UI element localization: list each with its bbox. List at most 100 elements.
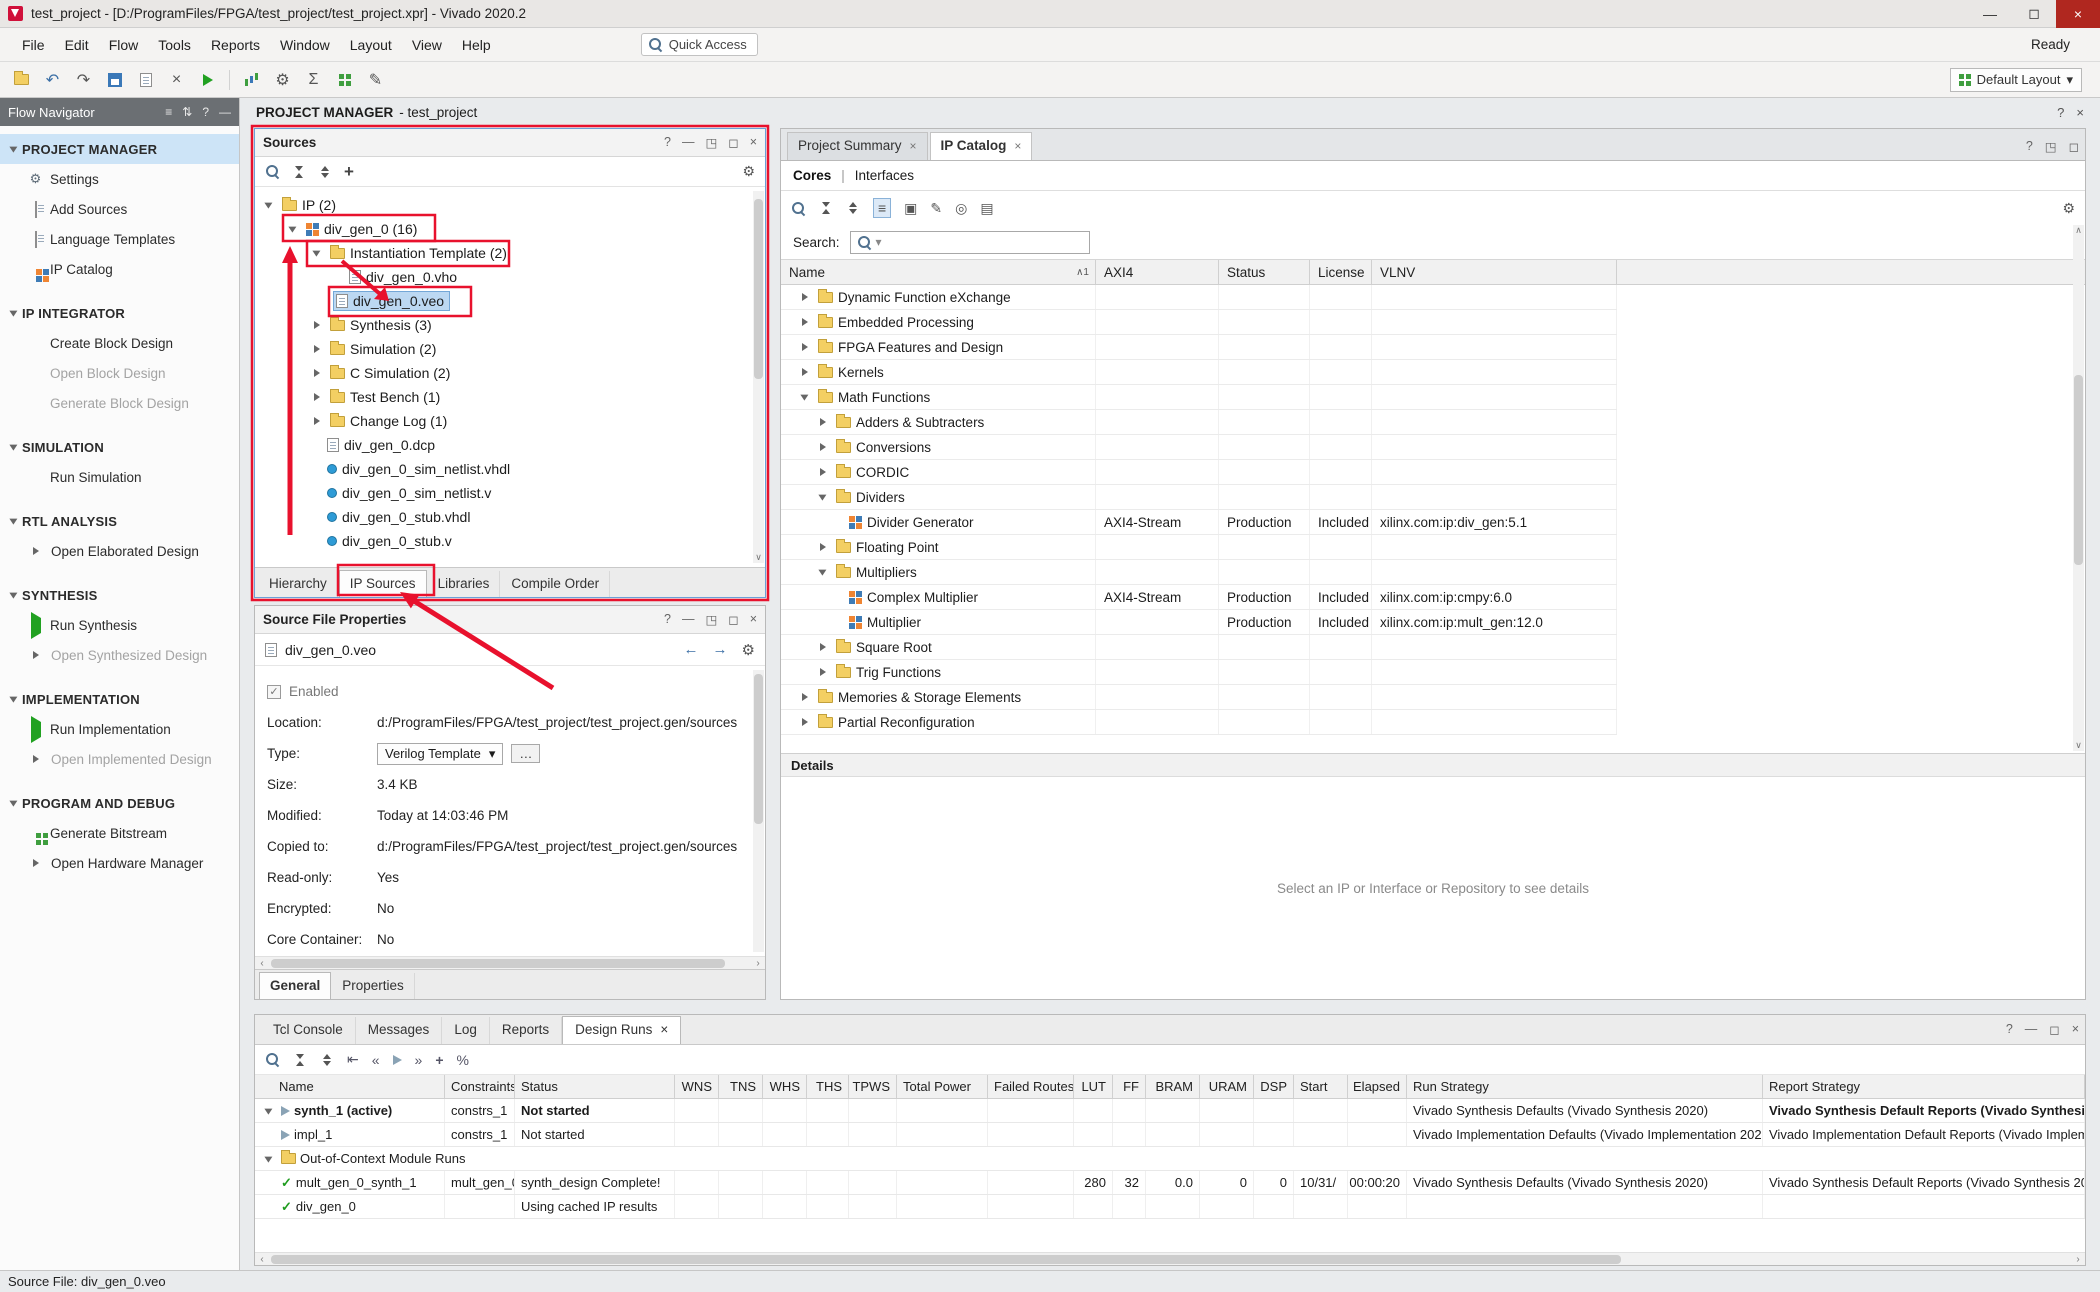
panel-maximize-icon[interactable]: ◻ [2049,1022,2059,1037]
expander-icon[interactable] [285,221,301,237]
menu-help[interactable]: Help [452,31,501,59]
sources-settings-gear-icon[interactable]: ⚙ [742,163,755,180]
sources-panel-header[interactable]: Sources ? ― ◳ ◻ × [255,129,765,157]
tree-item-change-log[interactable]: Change Log (1) [261,409,751,433]
collapse-all-icon[interactable] [819,201,833,215]
utilization-percent-icon[interactable]: % [457,1052,469,1068]
tab-compile-order[interactable]: Compile Order [501,571,610,597]
sfp-settings-gear-icon[interactable]: ⚙ [742,641,755,659]
menu-view[interactable]: View [402,31,452,59]
tab-hierarchy[interactable]: Hierarchy [259,571,338,597]
compatibility-icon[interactable]: ◎ [955,200,967,217]
design-runs-horizontal-scrollbar[interactable]: ‹ › [255,1252,2085,1265]
scrollbar-thumb[interactable] [271,959,725,968]
catalog-category-row[interactable]: Conversions [781,435,1617,460]
tree-item-ip[interactable]: IP (2) [261,193,751,217]
step-forward-icon[interactable]: » [415,1052,423,1068]
type-dropdown[interactable]: Verilog Template▾ [377,743,503,765]
expander-icon[interactable] [261,1103,277,1119]
column-license[interactable]: License [1310,260,1372,284]
scroll-down-icon[interactable]: ∨ [2073,740,2084,751]
panel-minimize-icon[interactable]: ― [2025,1022,2038,1037]
column-total-power[interactable]: Total Power [897,1075,988,1098]
column-tpws[interactable]: TPWS [849,1075,897,1098]
catalog-category-row[interactable]: Math Functions [781,385,1617,410]
flownav-menu-icon[interactable]: ≡ [165,105,172,119]
catalog-category-row[interactable]: Dynamic Function eXchange [781,285,1617,310]
close-icon[interactable]: × [910,139,917,153]
expander-icon[interactable] [815,439,831,455]
column-uram[interactable]: URAM [1200,1075,1254,1098]
tree-item-sim-netlist-vhdl[interactable]: div_gen_0_sim_netlist.vhdl [261,457,751,481]
search-icon[interactable] [265,1052,280,1067]
column-axi4[interactable]: AXI4 [1096,260,1219,284]
menu-tools[interactable]: Tools [148,31,201,59]
panel-maximize-icon[interactable]: ◻ [2069,139,2079,154]
subtab-cores[interactable]: Cores [793,168,831,183]
column-bram[interactable]: BRAM [1146,1075,1200,1098]
sfp-panel-header[interactable]: Source File Properties ? ― ◳ ◻ × [255,606,765,634]
scroll-right-icon[interactable]: › [2071,1254,2085,1265]
column-run-strategy[interactable]: Run Strategy [1407,1075,1763,1098]
dashboard-button[interactable] [331,66,358,93]
details-view-icon[interactable]: ▤ [980,200,993,217]
run-group-out-of-context[interactable]: Out-of-Context Module Runs [255,1147,2085,1171]
tab-ip-sources[interactable]: IP Sources [339,570,427,597]
scroll-right-icon[interactable]: › [751,958,765,969]
group-by-category-icon[interactable]: ≡ [873,198,891,218]
chevron-right-icon[interactable] [28,543,44,559]
run-row-synth-1[interactable]: synth_1 (active) constrs_1 Not started V… [255,1099,2085,1123]
window-minimize-button[interactable]: ― [1968,0,2012,28]
expander-icon[interactable] [797,339,813,355]
column-failed-routes[interactable]: Failed Routes [988,1075,1074,1098]
column-name[interactable]: Name∧1 [781,260,1096,284]
column-dsp[interactable]: DSP [1254,1075,1294,1098]
flownav-item-open-elaborated-design[interactable]: Open Elaborated Design [0,536,239,566]
expander-icon[interactable] [797,714,813,730]
expand-all-icon[interactable] [320,1053,334,1067]
menu-edit[interactable]: Edit [55,31,99,59]
scroll-left-icon[interactable]: ‹ [255,1254,269,1265]
column-lut[interactable]: LUT [1074,1075,1113,1098]
redo-button[interactable]: ↷ [70,66,97,93]
customize-ip-icon[interactable]: ✎ [930,200,942,217]
sfp-vertical-scrollbar[interactable] [753,670,764,952]
expander-icon[interactable] [309,389,325,405]
flownav-item-ip-catalog[interactable]: IP Catalog [0,254,239,284]
flownav-section-project-manager[interactable]: PROJECT MANAGER [0,134,239,164]
flownav-expand-icon[interactable]: ⇅ [182,105,192,119]
tree-item-sim-netlist-v[interactable]: div_gen_0_sim_netlist.v [261,481,751,505]
catalog-ip-row[interactable]: MultiplierProductionIncludedxilinx.com:i… [781,610,1617,635]
panel-float-icon[interactable]: ◳ [705,135,717,150]
enabled-checkbox[interactable]: ✓ [267,685,281,699]
flownav-item-settings[interactable]: ⚙Settings [0,164,239,194]
column-ths[interactable]: THS [807,1075,849,1098]
tree-item-stub-v[interactable]: div_gen_0_stub.v [261,529,751,553]
add-sources-icon[interactable]: + [344,162,354,182]
flownav-item-run-simulation[interactable]: Run Simulation [0,462,239,492]
expand-all-icon[interactable] [318,165,332,179]
tab-log[interactable]: Log [442,1017,490,1044]
menu-reports[interactable]: Reports [201,31,270,59]
expander-icon[interactable] [797,689,813,705]
quick-access-search[interactable]: Quick Access [641,33,758,56]
scrollbar-thumb[interactable] [271,1255,1621,1264]
window-close-button[interactable]: × [2056,0,2100,28]
catalog-search-input[interactable]: ▾ [850,231,1090,254]
sources-vertical-scrollbar[interactable]: ∨ [753,191,764,563]
expander-icon[interactable] [815,639,831,655]
scroll-left-icon[interactable]: ‹ [255,958,269,969]
expander-icon[interactable] [797,364,813,380]
run-row-div-gen-0[interactable]: ✓div_gen_0 Using cached IP results [255,1195,2085,1219]
catalog-category-row[interactable]: Partial Reconfiguration [781,710,1617,735]
layout-selector[interactable]: Default Layout ▾ [1950,68,2082,92]
panel-close-icon[interactable]: × [2072,1022,2079,1037]
workspace-close-icon[interactable]: × [2076,105,2084,120]
expander-icon[interactable] [815,539,831,555]
delete-button[interactable]: × [163,66,190,93]
restart-run-icon[interactable]: ⇤ [347,1051,359,1068]
panel-help-icon[interactable]: ? [664,135,671,150]
catalog-category-row[interactable]: Embedded Processing [781,310,1617,335]
catalog-category-row[interactable]: Trig Functions [781,660,1617,685]
run-row-mult-gen-0-synth-1[interactable]: ✓mult_gen_0_synth_1 mult_gen_0 synth_des… [255,1171,2085,1195]
